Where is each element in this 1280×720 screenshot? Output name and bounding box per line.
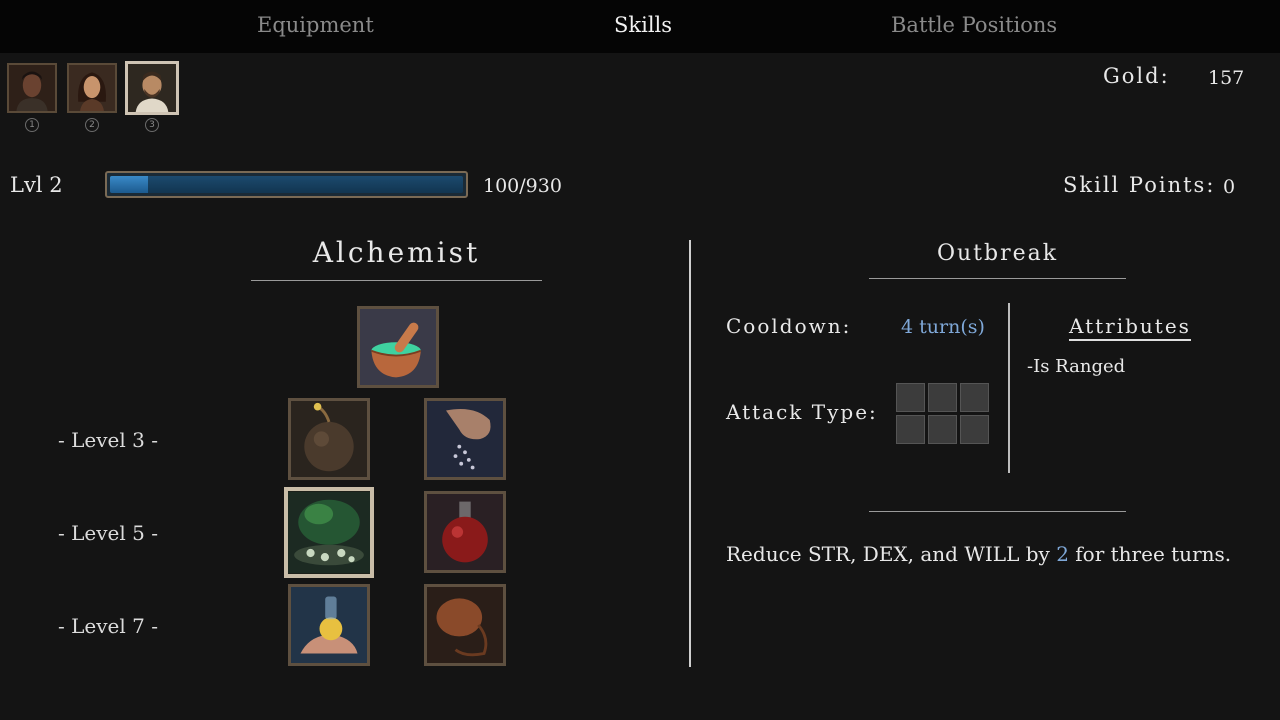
attack-grid-cell: [928, 415, 957, 444]
attack-grid-cell: [928, 383, 957, 412]
level-7-label: - Level 7 -: [58, 614, 158, 638]
level-label: Lvl 2: [10, 173, 63, 197]
gold-label: Gold:: [1103, 64, 1170, 88]
attack-grid-cell: [896, 415, 925, 444]
panel-divider: [689, 240, 691, 667]
character-portrait-icon: [9, 65, 55, 111]
bomb-icon: [291, 401, 367, 477]
bellows-icon: [427, 587, 503, 663]
level-5-label: - Level 5 -: [58, 521, 158, 545]
description-text-2: for three turns.: [1068, 542, 1232, 566]
cooldown-label: Cooldown:: [726, 314, 852, 338]
attribute-item: -Is Ranged: [1027, 356, 1126, 377]
attack-grid-cell: [960, 383, 989, 412]
xp-bar: [105, 171, 468, 198]
mortar-pestle-icon: [360, 309, 436, 385]
tab-skills[interactable]: Skills: [614, 13, 672, 37]
skill-title: Outbreak: [936, 241, 1059, 266]
glowing-vial-hand-icon: [291, 587, 367, 663]
description-number: 2: [1056, 542, 1069, 566]
description-text-1: Reduce STR, DEX, and WILL by: [726, 542, 1057, 566]
xp-bar-track: [110, 176, 463, 193]
skill-glowing-vial[interactable]: [288, 584, 370, 666]
attack-type-grid: [896, 383, 989, 444]
detail-divider: [1008, 303, 1010, 473]
skill-red-potion[interactable]: [424, 491, 506, 573]
cooldown-value: 4 turn(s): [901, 316, 985, 338]
skill-scatter-powder[interactable]: [424, 398, 506, 480]
top-nav-bar: Equipment Skills Battle Positions: [0, 0, 1280, 53]
character-portrait-icon: [128, 64, 176, 112]
skill-description: Reduce STR, DEX, and WILL by 2 for three…: [726, 542, 1231, 566]
xp-text: 100/930: [483, 175, 562, 197]
tab-equipment[interactable]: Equipment: [257, 13, 374, 37]
skill-title-underline: [869, 278, 1126, 279]
class-title-underline: [251, 280, 542, 281]
skill-mortar-pestle[interactable]: [357, 306, 439, 388]
skill-bellows[interactable]: [424, 584, 506, 666]
character-portrait-icon: [69, 65, 115, 111]
attack-type-label: Attack Type:: [726, 400, 878, 424]
skill-poison-cloud[interactable]: [284, 487, 374, 578]
red-potion-icon: [427, 494, 503, 570]
poison-cloud-icon: [288, 491, 370, 574]
class-title: Alchemist: [312, 236, 481, 269]
party-number-3: 3: [145, 118, 159, 132]
xp-bar-fill: [110, 176, 148, 193]
level-3-label: - Level 3 -: [58, 428, 158, 452]
skill-points-value: 0: [1223, 176, 1236, 198]
tab-battle-positions[interactable]: Battle Positions: [891, 13, 1057, 37]
scatter-powder-icon: [427, 401, 503, 477]
skill-points-label: Skill Points:: [1063, 173, 1216, 197]
attributes-title: Attributes: [1069, 314, 1191, 341]
gold-value: 157: [1208, 67, 1245, 89]
attack-grid-cell: [960, 415, 989, 444]
party-number-2: 2: [85, 118, 99, 132]
party-portrait-3[interactable]: [125, 61, 179, 115]
party-number-1: 1: [25, 118, 39, 132]
attack-grid-cell: [896, 383, 925, 412]
party-portrait-1[interactable]: [7, 63, 57, 113]
party-portrait-2[interactable]: [67, 63, 117, 113]
skill-bomb[interactable]: [288, 398, 370, 480]
description-divider: [869, 511, 1126, 512]
